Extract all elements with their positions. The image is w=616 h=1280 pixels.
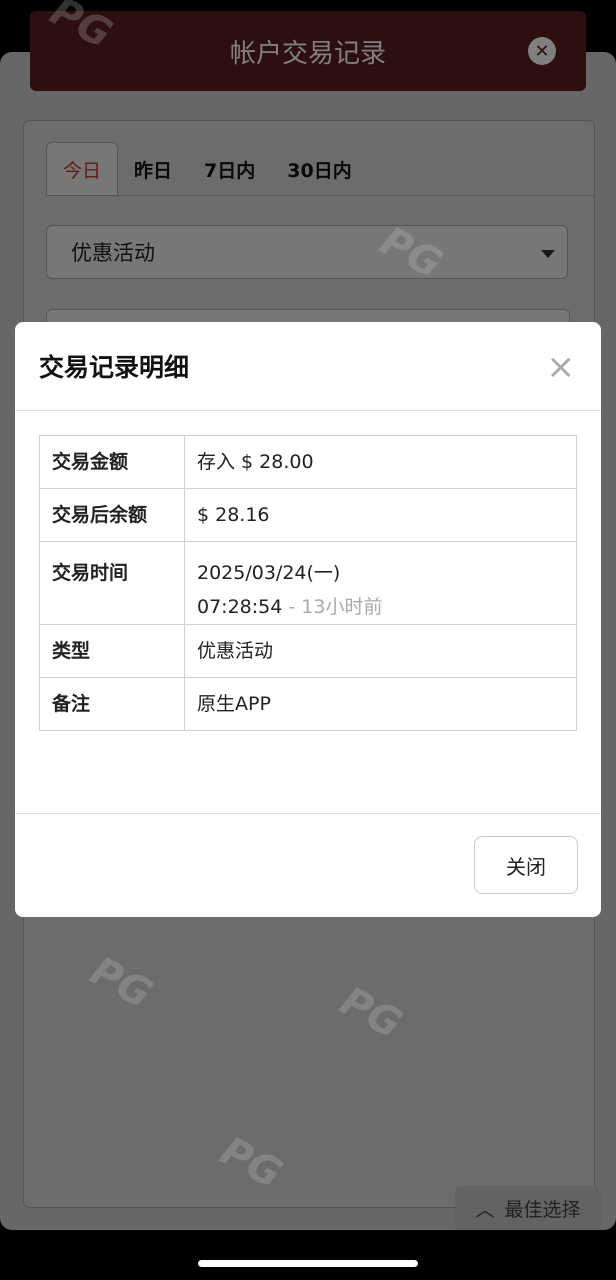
type-value: 优惠活动 [184, 624, 577, 678]
table-row: 类型 优惠活动 [39, 624, 577, 678]
time-clock: 07:28:54 [197, 596, 283, 618]
time-clock-row: 07:28:54 - 13小时前 [197, 590, 564, 624]
table-row: 交易金额 存入 $ 28.00 [39, 435, 577, 489]
transaction-detail-modal: 交易记录明细 × 交易金额 存入 $ 28.00 交易后余额 $ 28.16 交… [15, 322, 601, 917]
modal-title: 交易记录明细 [39, 353, 190, 382]
close-icon[interactable]: × [547, 350, 576, 384]
amount-value: 存入 $ 28.00 [184, 435, 577, 489]
type-label: 类型 [39, 624, 185, 678]
time-ago: - 13小时前 [288, 596, 383, 618]
detail-table: 交易金额 存入 $ 28.00 交易后余额 $ 28.16 交易时间 2025/… [39, 435, 577, 731]
balance-value: $ 28.16 [184, 488, 577, 542]
table-row: 备注 原生APP [39, 677, 577, 731]
home-indicator [198, 1260, 418, 1267]
modal-footer: 关闭 [15, 813, 601, 918]
time-date: 2025/03/24(一) [197, 562, 341, 584]
table-row: 交易时间 2025/03/24(一) 07:28:54 - 13小时前 [39, 541, 577, 625]
close-button[interactable]: 关闭 [474, 836, 578, 894]
time-value: 2025/03/24(一) 07:28:54 - 13小时前 [184, 541, 577, 625]
modal-header: 交易记录明细 × [15, 322, 601, 411]
time-label: 交易时间 [39, 541, 185, 625]
note-value: 原生APP [184, 677, 577, 731]
note-label: 备注 [39, 677, 185, 731]
amount-label: 交易金额 [39, 435, 185, 489]
balance-label: 交易后余额 [39, 488, 185, 542]
table-row: 交易后余额 $ 28.16 [39, 488, 577, 542]
